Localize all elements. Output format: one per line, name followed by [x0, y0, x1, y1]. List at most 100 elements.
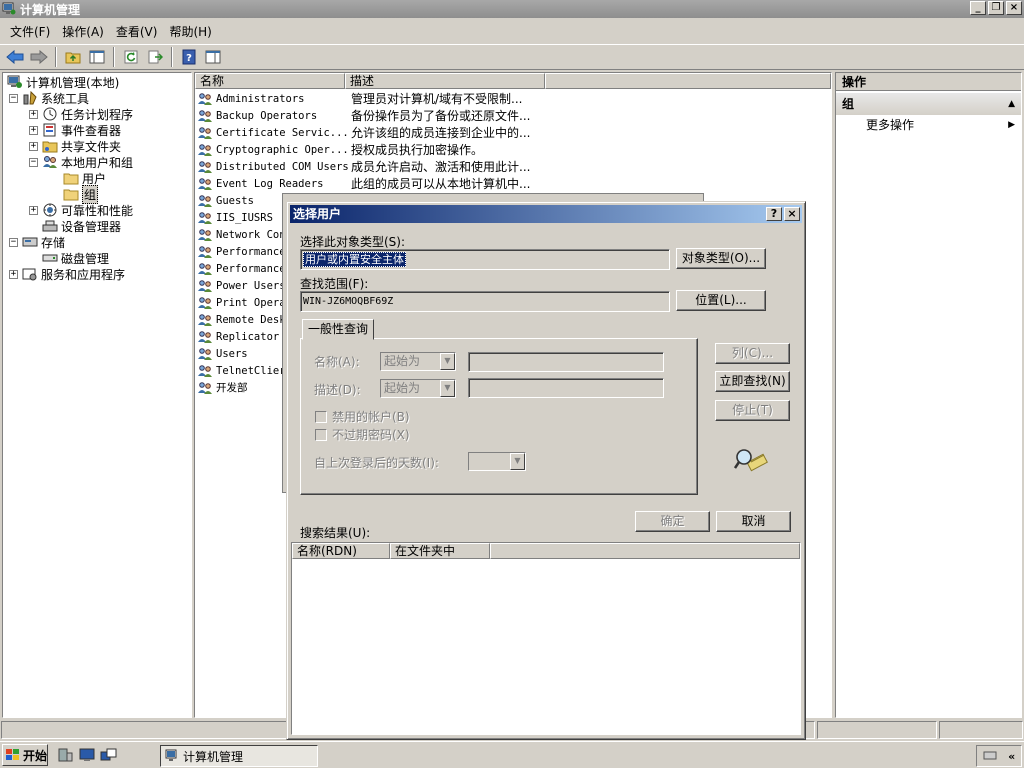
tree-item[interactable]: + 共享文件夹: [29, 138, 121, 154]
toolbar-separator: [55, 47, 57, 67]
group-icon: [197, 211, 213, 225]
expand-icon[interactable]: +: [29, 205, 38, 215]
folder-up-icon: [65, 52, 81, 64]
tree-item[interactable]: + 可靠性和性能: [29, 202, 133, 218]
columns-button[interactable]: 列(C)...: [715, 343, 790, 364]
group-name: Cryptographic Oper...: [216, 143, 349, 156]
group-icon: [197, 126, 213, 140]
actions-section-group[interactable]: 组 ▲: [836, 93, 1021, 115]
show-hide-tree-button[interactable]: [86, 46, 108, 68]
tree-item[interactable]: + 任务计划程序: [29, 106, 133, 122]
name-match-combo[interactable]: 起始为 ▼: [380, 352, 456, 371]
non-expiring-password-label: 不过期密码(X): [332, 428, 410, 442]
menu-help[interactable]: 帮助(H): [163, 23, 217, 40]
quick-launch: [56, 747, 118, 763]
results-column-folder[interactable]: 在文件夹中: [390, 543, 490, 559]
object-type-value: 用户或内置安全主体: [303, 252, 406, 267]
menu-view[interactable]: 查看(V): [110, 23, 164, 40]
list-item[interactable]: Distributed COM Users 成员允许启动、激活和使用此计...: [197, 158, 530, 175]
tree-item[interactable]: + 事件查看器: [29, 122, 121, 138]
taskbar-item-computer-management[interactable]: 计算机管理: [160, 745, 318, 767]
results-column-name[interactable]: 名称(RDN): [292, 543, 390, 559]
collapse-icon[interactable]: −: [29, 157, 38, 167]
group-icon: [197, 347, 213, 361]
group-icon: [197, 177, 213, 191]
export-list-button[interactable]: [144, 46, 166, 68]
description-match-combo[interactable]: 起始为 ▼: [380, 379, 456, 398]
disabled-accounts-checkbox[interactable]: 禁用的帐户(B): [315, 408, 410, 425]
server-manager-icon[interactable]: [56, 747, 74, 763]
object-types-button[interactable]: 对象类型(O)...: [676, 248, 766, 269]
list-item[interactable]: Administrators 管理员对计算机/域有不受限制...: [197, 90, 523, 107]
tree-item[interactable]: 设备管理器: [29, 218, 121, 234]
collapse-icon[interactable]: −: [9, 237, 18, 247]
back-button[interactable]: [4, 46, 26, 68]
menu-file[interactable]: 文件(F): [4, 23, 56, 40]
menu-action[interactable]: 操作(A): [56, 23, 110, 40]
action-pane-icon: [205, 50, 221, 64]
list-item[interactable]: Certificate Servic... 允许该组的成员连接到企业中的...: [197, 124, 530, 141]
description-value-field[interactable]: [468, 378, 664, 398]
object-type-field[interactable]: 用户或内置安全主体: [300, 249, 670, 270]
help-button[interactable]: ?: [178, 46, 200, 68]
non-expiring-password-checkbox[interactable]: 不过期密码(X): [315, 426, 410, 443]
shared-folder-icon: [42, 139, 58, 153]
location-field[interactable]: WIN-JZ6MOQBF69Z: [300, 291, 670, 312]
minimize-button[interactable]: _: [970, 1, 986, 15]
window-title: 计算机管理: [20, 2, 81, 17]
list-item[interactable]: Event Log Readers 此组的成员可以从本地计算机中...: [197, 175, 530, 192]
dialog-help-button[interactable]: ?: [766, 207, 782, 221]
show-hide-action-pane-button[interactable]: [202, 46, 224, 68]
expand-icon[interactable]: +: [29, 125, 38, 135]
expand-icon[interactable]: +: [9, 269, 18, 279]
event-viewer-icon: [42, 123, 58, 137]
expand-icon[interactable]: +: [29, 141, 38, 151]
stop-button[interactable]: 停止(T): [715, 400, 790, 421]
days-since-logon-combo[interactable]: ▼: [468, 452, 526, 471]
refresh-button[interactable]: [120, 46, 142, 68]
find-now-button[interactable]: 立即查找(N): [715, 371, 790, 392]
column-header-filler: [545, 73, 831, 89]
close-button[interactable]: ×: [1006, 1, 1022, 15]
dialog-close-button[interactable]: ×: [784, 207, 800, 221]
tree-item[interactable]: − 存储: [9, 234, 65, 250]
list-item[interactable]: Backup Operators 备份操作员为了备份或还原文件...: [197, 107, 530, 124]
dialog-titlebar: 选择用户 ? ×: [290, 205, 802, 223]
ok-button[interactable]: 确定: [635, 511, 710, 532]
name-value-field[interactable]: [468, 352, 664, 372]
group-description: 管理员对计算机/域有不受限制...: [351, 92, 523, 106]
forward-arrow-icon: [30, 50, 48, 64]
up-level-button[interactable]: [62, 46, 84, 68]
show-desktop-icon[interactable]: [78, 747, 96, 763]
tree-item[interactable]: 磁盘管理: [29, 250, 109, 266]
expand-tray-icon[interactable]: «: [1008, 750, 1015, 763]
column-header-description[interactable]: 描述: [345, 73, 545, 89]
cancel-button[interactable]: 取消: [716, 511, 791, 532]
folder-icon: [63, 187, 79, 201]
more-actions-item[interactable]: 更多操作 ▶: [836, 115, 1021, 135]
list-item[interactable]: Cryptographic Oper... 授权成员执行加密操作。: [197, 141, 483, 158]
group-icon: [197, 296, 213, 310]
locations-button[interactable]: 位置(L)...: [676, 290, 766, 311]
switch-windows-icon[interactable]: [100, 747, 118, 763]
tree-item[interactable]: 组: [63, 184, 99, 204]
restore-button[interactable]: ❐: [988, 1, 1004, 15]
expand-icon[interactable]: +: [29, 109, 38, 119]
tree-item[interactable]: − 系统工具: [9, 90, 89, 106]
network-icon[interactable]: [983, 749, 997, 764]
group-description: 允许该组的成员连接到企业中的...: [351, 126, 531, 140]
tree-item[interactable]: + 服务和应用程序: [9, 266, 125, 282]
group-name: Administrators: [216, 92, 305, 105]
tree-item[interactable]: 计算机管理(本地): [7, 74, 119, 90]
tab-common-queries[interactable]: 一般性查询: [302, 319, 374, 340]
forward-button[interactable]: [28, 46, 50, 68]
search-results-table[interactable]: 名称(RDN) 在文件夹中: [291, 542, 801, 735]
list-header: 名称 描述: [195, 73, 831, 89]
submenu-arrow-icon: ▶: [1008, 120, 1015, 130]
column-header-name[interactable]: 名称: [195, 73, 345, 89]
results-header: 名称(RDN) 在文件夹中: [292, 543, 800, 559]
start-button[interactable]: 开始: [2, 744, 48, 766]
group-description: 成员允许启动、激活和使用此计...: [351, 160, 531, 174]
collapse-icon[interactable]: −: [9, 93, 18, 103]
tree-item[interactable]: − 本地用户和组: [29, 154, 133, 170]
